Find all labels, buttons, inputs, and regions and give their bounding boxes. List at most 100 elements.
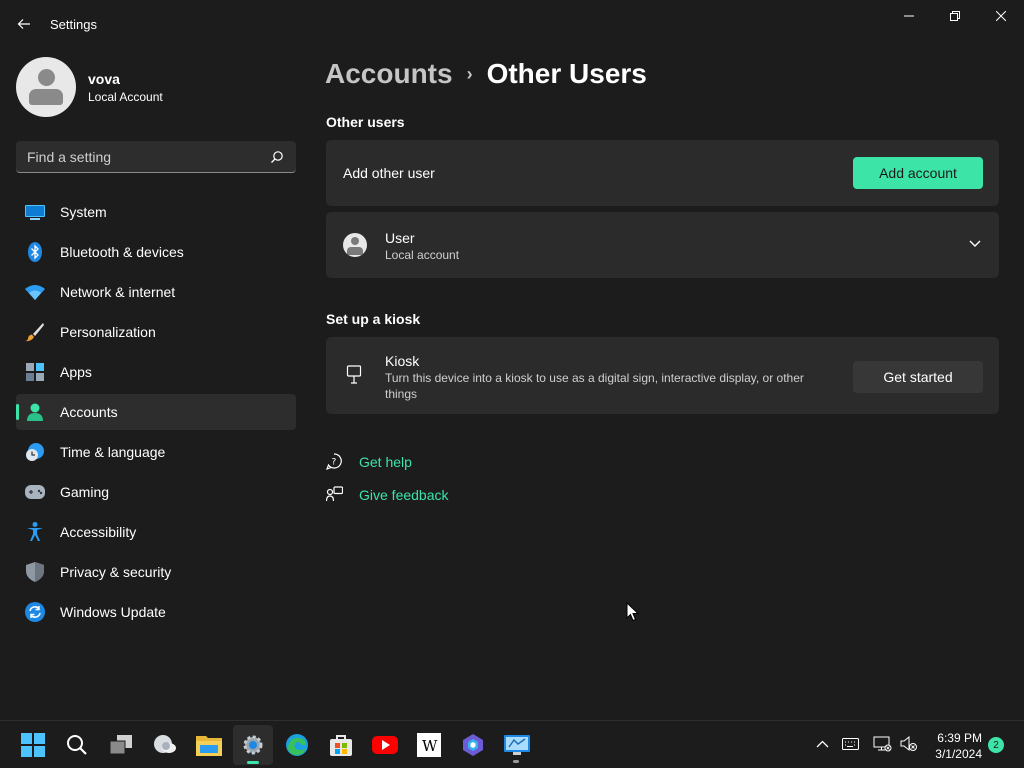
person-icon — [25, 402, 45, 422]
clock-date: 3/1/2024 — [935, 747, 982, 761]
sidebar-item-privacy[interactable]: Privacy & security — [16, 554, 296, 590]
sidebar-item-bluetooth[interactable]: Bluetooth & devices — [16, 234, 296, 270]
add-other-user-card: Add other user Add account — [326, 140, 999, 206]
sidebar-item-network[interactable]: Network & internet — [16, 274, 296, 310]
sidebar-nav: System Bluetooth & devices Network & int… — [16, 194, 296, 634]
notification-badge[interactable]: 2 — [988, 737, 1004, 753]
sidebar-item-apps[interactable]: Apps — [16, 354, 296, 390]
help-chat-icon: ? — [326, 453, 342, 470]
volume-muted-icon[interactable] — [900, 736, 917, 752]
wikipedia-icon: W — [417, 733, 441, 757]
kiosk-description-line2: things — [385, 387, 418, 401]
store-button[interactable] — [327, 731, 355, 759]
user-avatar — [343, 233, 367, 257]
search-input[interactable]: Find a setting — [16, 141, 296, 173]
sidebar-item-accessibility[interactable]: Accessibility — [16, 514, 296, 550]
clock-time: 6:39 PM — [937, 731, 982, 745]
minimize-icon — [904, 15, 914, 17]
apps-icon — [25, 362, 45, 382]
profile-name: vova — [88, 70, 120, 87]
add-account-button[interactable]: Add account — [853, 157, 983, 189]
kiosk-description-line1: Turn this device into a kiosk to use as … — [385, 371, 804, 385]
get-help-link[interactable]: ? Get help — [326, 453, 412, 470]
profile-account-type: Local Account — [88, 89, 163, 104]
user-account-type: Local account — [385, 248, 460, 262]
store-bag-icon — [330, 735, 352, 756]
running-app-dot — [513, 760, 519, 763]
brush-icon — [25, 322, 45, 342]
update-icon — [25, 602, 45, 622]
wikipedia-button[interactable]: W — [415, 731, 443, 759]
search-icon — [271, 151, 283, 163]
bluetooth-icon — [25, 242, 45, 262]
minimize-button[interactable] — [886, 0, 932, 32]
network-disconnected-icon[interactable] — [873, 736, 892, 752]
back-button[interactable] — [10, 10, 38, 38]
svg-text:W: W — [422, 737, 438, 755]
user-card[interactable]: User Local account — [326, 212, 999, 278]
gamepad-icon — [25, 482, 45, 502]
start-button[interactable] — [19, 731, 47, 759]
widgets-button[interactable] — [151, 731, 179, 759]
profile-card: vova Local Account — [16, 57, 163, 117]
sidebar-item-personalization[interactable]: Personalization — [16, 314, 296, 350]
kiosk-icon — [346, 365, 362, 384]
sidebar-item-accounts[interactable]: Accounts — [16, 394, 296, 430]
settings-taskbar-button[interactable] — [233, 725, 273, 765]
chevron-right-icon: › — [466, 63, 473, 84]
section-title-other-users: Other users — [326, 114, 405, 130]
active-app-indicator — [247, 761, 259, 764]
taskbar-search-button[interactable] — [63, 731, 91, 759]
task-view-button[interactable] — [107, 731, 135, 759]
avatar[interactable] — [16, 57, 76, 117]
globe-clock-icon — [25, 442, 45, 462]
breadcrumb: Accounts › Other Users — [325, 58, 647, 90]
sidebar-item-windows-update[interactable]: Windows Update — [16, 594, 296, 630]
add-other-user-label: Add other user — [343, 165, 435, 181]
feedback-icon — [326, 486, 343, 502]
taskbar: W 6:39 PM 3/1/2024 2 — [0, 720, 1024, 768]
restore-button[interactable] — [932, 0, 978, 32]
sidebar-item-gaming[interactable]: Gaming — [16, 474, 296, 510]
restore-icon — [950, 11, 960, 21]
close-button[interactable] — [978, 0, 1024, 32]
close-icon — [996, 11, 1006, 21]
youtube-button[interactable] — [371, 731, 399, 759]
back-arrow-icon — [17, 19, 30, 29]
edge-button[interactable] — [283, 731, 311, 759]
search-placeholder: Find a setting — [27, 149, 112, 165]
remote-desktop-button[interactable] — [503, 731, 531, 759]
kiosk-title: Kiosk — [385, 353, 420, 369]
app-title: Settings — [50, 17, 97, 32]
weather-cloud-icon — [154, 735, 176, 753]
chevron-up-icon[interactable] — [816, 740, 829, 748]
windows-logo-icon — [21, 733, 45, 757]
gear-icon — [243, 735, 263, 755]
sidebar-item-time-language[interactable]: Time & language — [16, 434, 296, 470]
sidebar-item-system[interactable]: System — [16, 194, 296, 230]
edge-browser-icon — [286, 734, 308, 756]
chevron-down-icon[interactable] — [969, 240, 981, 248]
copilot-icon — [463, 734, 483, 756]
user-name: User — [385, 230, 415, 246]
youtube-icon — [372, 736, 398, 754]
copilot-button[interactable] — [459, 731, 487, 759]
monitor-icon — [25, 202, 45, 222]
get-started-button[interactable]: Get started — [853, 361, 983, 393]
keyboard-icon[interactable] — [842, 738, 859, 750]
give-feedback-link[interactable]: Give feedback — [326, 486, 449, 503]
remote-desktop-icon — [504, 735, 530, 755]
accessibility-icon — [25, 522, 45, 542]
file-explorer-button[interactable] — [195, 731, 223, 759]
wifi-icon — [25, 282, 45, 302]
breadcrumb-parent[interactable]: Accounts — [325, 58, 453, 90]
section-title-kiosk: Set up a kiosk — [326, 311, 421, 327]
shield-icon — [25, 562, 45, 582]
taskbar-clock[interactable]: 6:39 PM 3/1/2024 — [928, 730, 982, 762]
search-icon — [67, 735, 87, 755]
folder-icon — [196, 736, 222, 756]
kiosk-card: Kiosk Turn this device into a kiosk to u… — [326, 337, 999, 414]
page-title: Other Users — [486, 58, 647, 89]
task-view-icon — [109, 735, 132, 755]
svg-text:?: ? — [332, 458, 337, 468]
